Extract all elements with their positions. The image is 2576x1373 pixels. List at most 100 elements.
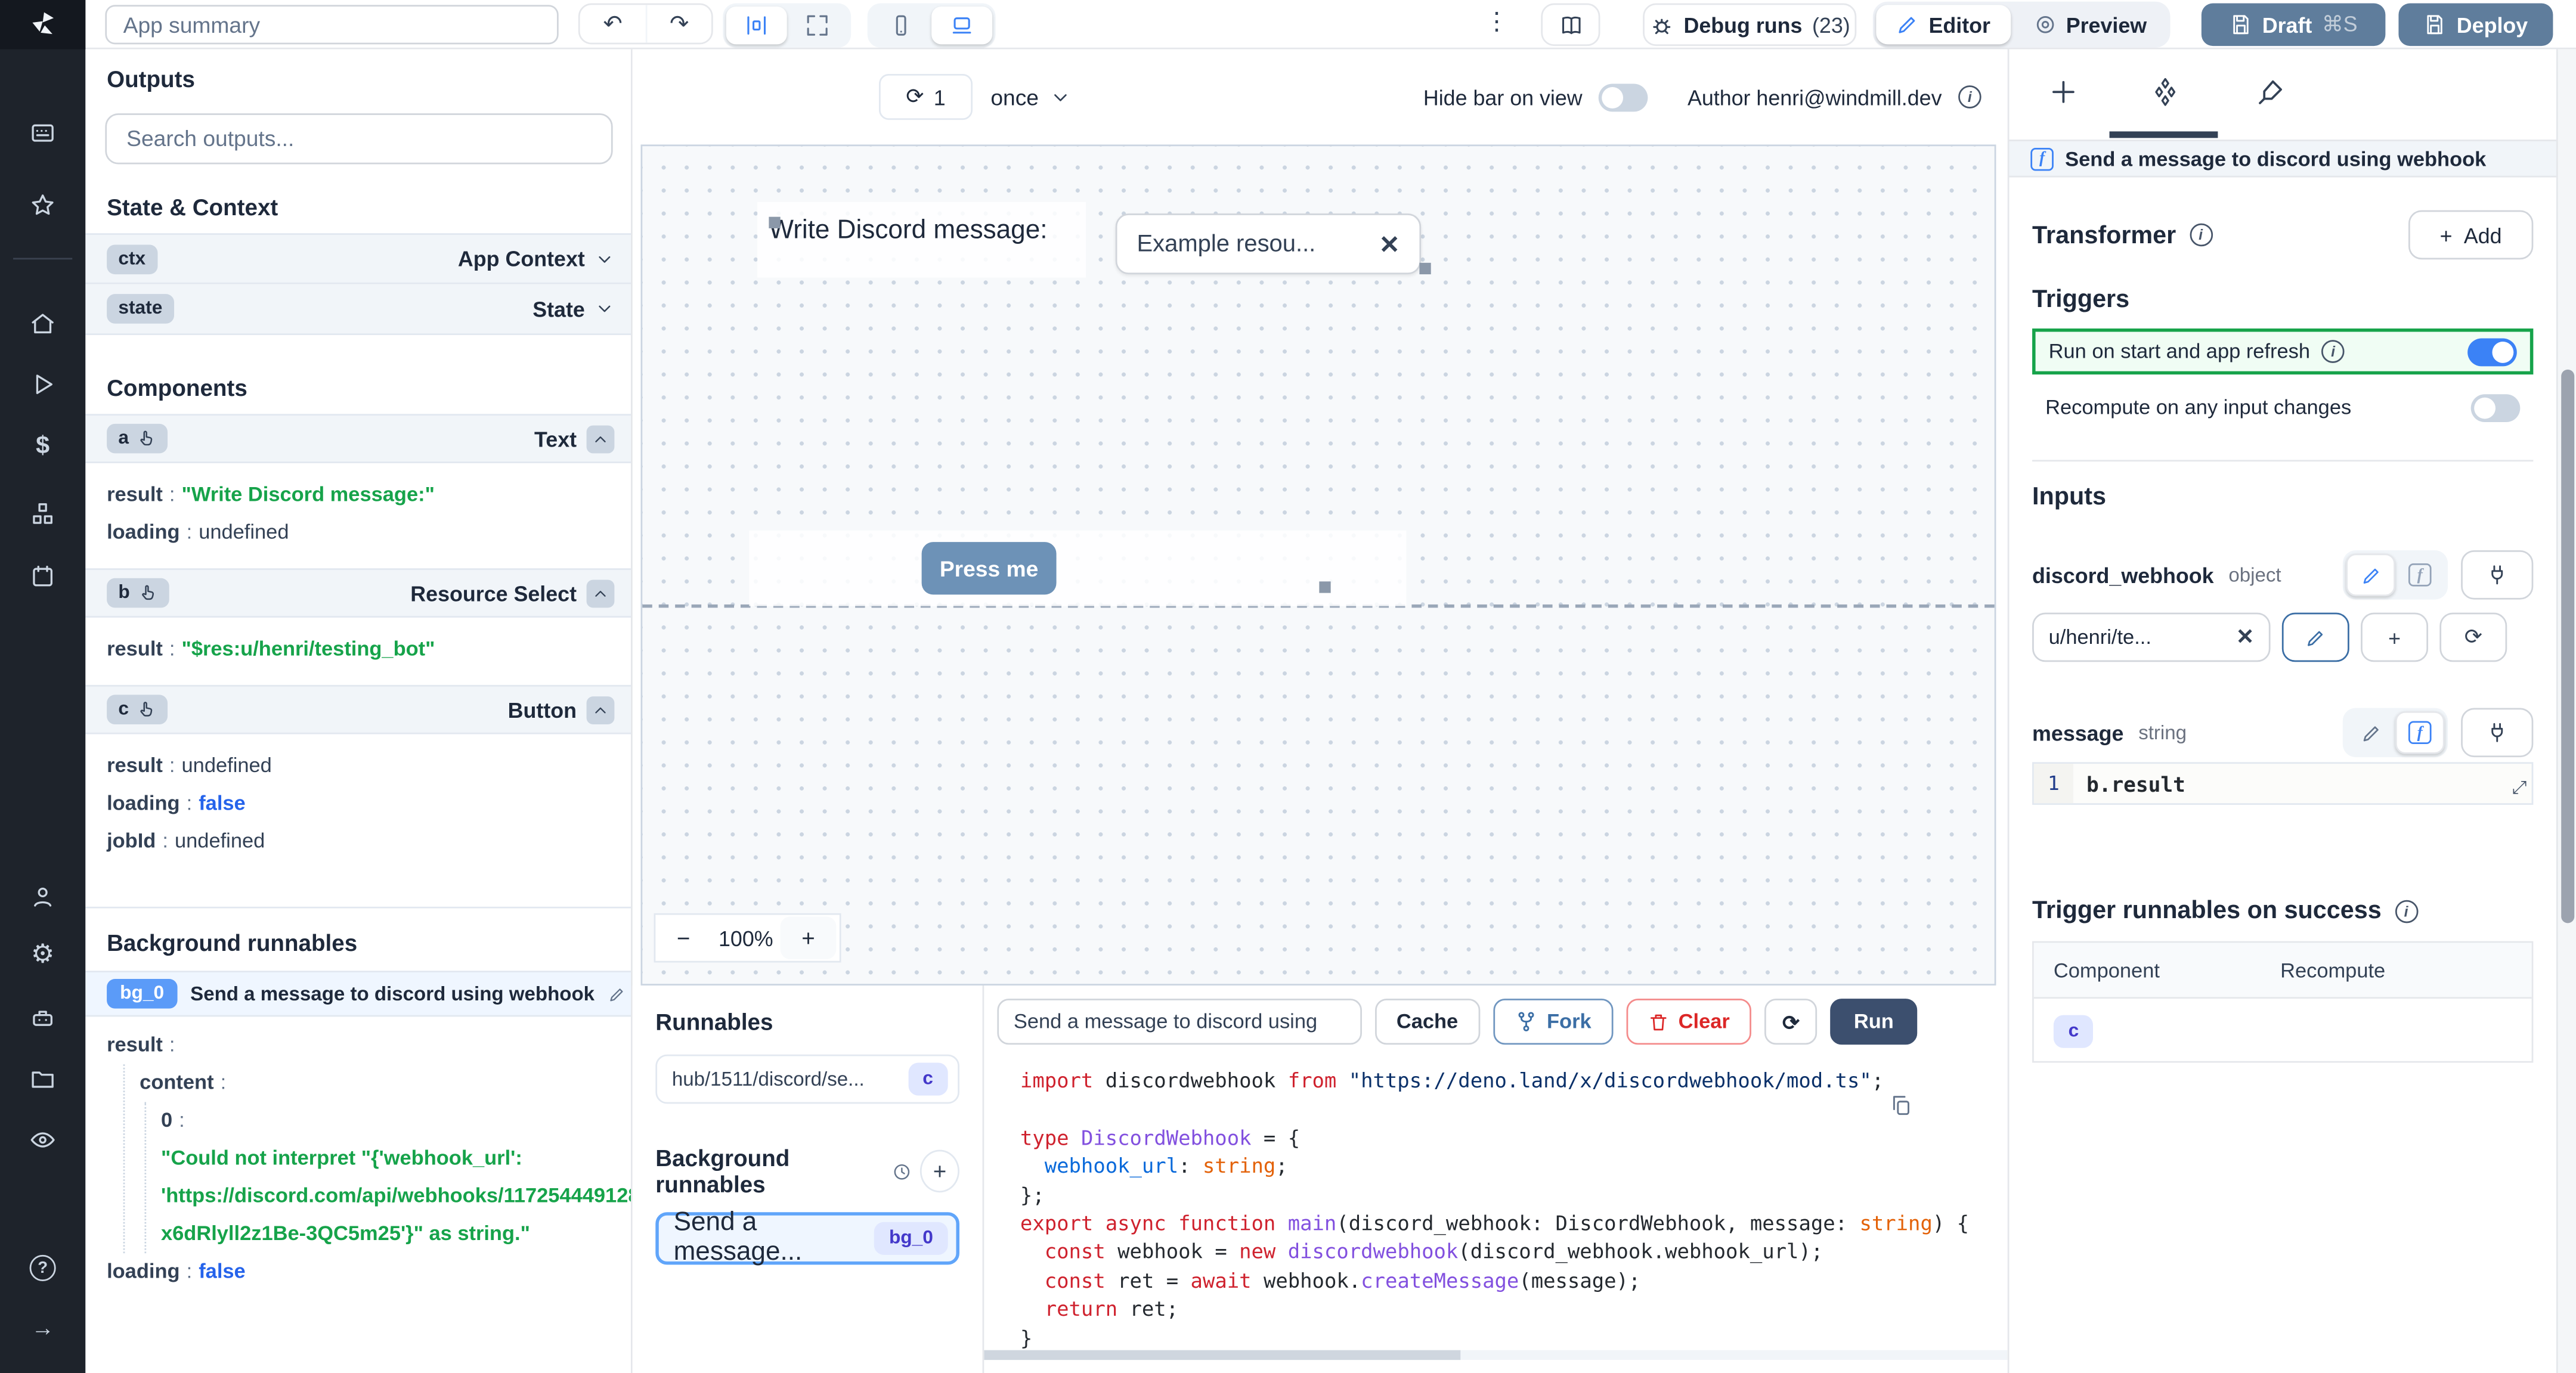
resource-select-component[interactable]: Example resou... ✕ [1106,202,1434,278]
app-summary-input[interactable] [105,5,559,45]
tab-preview[interactable]: Preview [2014,5,2167,44]
background-runnable-item-selected[interactable]: Send a message... bg_0 [655,1209,959,1266]
code-horizontal-scrollbar[interactable] [984,1350,2008,1360]
favorites-star-icon[interactable] [30,192,56,218]
variables-dollar-icon[interactable]: $ [30,433,56,460]
chevron-down-icon[interactable] [595,299,614,318]
collapse-button[interactable] [586,424,615,453]
static-mode-button[interactable] [2346,711,2395,754]
tab-styling-brush-icon[interactable] [2256,77,2286,107]
add-resource-button[interactable]: + [2361,612,2429,662]
redo-button[interactable]: ↷ [645,5,711,43]
mobile-view-button[interactable] [871,7,931,44]
recompute-toggle[interactable] [2470,393,2521,421]
clear-resource-icon[interactable]: ✕ [2236,624,2254,650]
desktop-view-button[interactable] [931,7,993,45]
clear-selection-icon[interactable]: ✕ [1379,229,1400,259]
fork-button[interactable]: Fork [1493,999,1613,1045]
runs-play-icon[interactable] [30,371,56,398]
cache-button[interactable]: Cache [1375,999,1480,1045]
connect-plug-button[interactable] [2461,550,2534,600]
draft-label: Draft [2262,12,2312,37]
plus-icon: + [2388,625,2401,650]
resource-picker[interactable]: u/henri/te... ✕ [2032,612,2271,662]
deploy-button[interactable]: Deploy [2398,3,2553,47]
undo-button[interactable]: ↶ [580,5,646,42]
run-on-start-toggle[interactable] [2467,337,2517,366]
draft-button[interactable]: Draft ⌘S [2201,3,2386,47]
add-transformer-button[interactable]: + Add [2408,210,2534,260]
info-icon[interactable]: i [1958,85,1981,109]
resize-handle[interactable] [1319,581,1331,593]
eval-mode-button[interactable]: f [2395,553,2445,596]
help-icon[interactable]: ? [29,1254,56,1281]
tab-editor[interactable]: Editor [1876,5,2011,45]
run-on-start-row: Run on start and app refresh i [2032,328,2534,375]
static-mode-button[interactable] [2346,553,2395,597]
edit-pencil-icon[interactable] [608,985,626,1003]
message-expression-editor[interactable]: 1 b.result ⤢ [2032,762,2534,805]
frequency-dropdown[interactable]: once [990,74,1072,120]
script-name-input[interactable] [997,999,1362,1045]
clear-button[interactable]: Clear [1626,999,1751,1045]
info-icon[interactable]: i [2321,340,2345,363]
connect-plug-button[interactable] [2461,708,2534,758]
runnable-item[interactable]: hub/1511/discord/se... c [655,1054,959,1104]
ctx-row[interactable]: ctx App Context [85,233,631,284]
users-icon[interactable] [30,884,56,910]
press-me-button[interactable]: Press me [921,542,1057,595]
debug-runs-button[interactable]: Debug runs (23) [1643,3,1857,47]
workers-icon[interactable] [30,1005,56,1031]
folders-icon[interactable] [30,1066,56,1092]
state-row[interactable]: state State [85,284,631,336]
edit-resource-button[interactable] [2281,612,2349,662]
info-icon[interactable]: i [2394,899,2418,922]
component-b-header[interactable]: b Resource Select [85,568,631,618]
collapse-button[interactable] [586,695,615,724]
audit-eye-icon[interactable] [30,1127,56,1153]
app-window-icon[interactable] [30,120,56,146]
tab-insert-plus-icon[interactable] [2049,77,2079,107]
bg0-badge: bg_0 [107,979,178,1009]
outputs-panel: Outputs State & Context ctx App Context … [85,49,633,1372]
component-c-header[interactable]: c Button [85,684,631,734]
code-editor[interactable]: import discordwebhook from "https://deno… [984,1055,2008,1360]
zoom-out-button[interactable]: − [655,925,711,951]
button-component[interactable]: Press me [749,530,1407,606]
refresh-resource-button[interactable]: ⟳ [2439,612,2507,662]
refresh-script-button[interactable]: ⟳ [1764,999,1818,1045]
app-canvas[interactable]: Write Discord message: Example resou... … [640,144,1996,986]
collapse-button[interactable] [586,579,615,608]
tab-settings-diamonds-icon[interactable] [2150,77,2180,107]
scrollbar-thumb[interactable] [2561,369,2575,923]
settings-gear-icon[interactable]: ⚙ [30,942,56,969]
schedules-calendar-icon[interactable] [30,563,56,590]
more-menu-button[interactable]: ⋮ [1484,7,1510,36]
copy-icon[interactable] [1889,1094,1912,1117]
expand-sidebar-arrow-icon[interactable]: → [30,1314,56,1340]
zoom-in-button[interactable]: + [780,916,837,959]
component-a-header[interactable]: a Text [85,414,631,463]
fullscreen-button[interactable] [787,7,848,44]
fork-icon [1518,1012,1534,1031]
text-component[interactable]: Write Discord message: [757,202,1086,278]
center-layout-button[interactable] [726,7,787,45]
info-icon[interactable]: i [2189,223,2212,247]
chevron-down-icon[interactable] [595,249,614,268]
search-outputs-input[interactable] [105,113,613,165]
home-icon[interactable] [30,311,56,337]
eval-mode-button[interactable]: f [2395,711,2445,754]
resize-handle[interactable] [769,216,781,228]
run-button[interactable]: Run [1831,999,1917,1045]
preview-label: Preview [2066,12,2147,37]
docs-button[interactable] [1541,3,1600,47]
recompute-count-button[interactable]: ⟳ 1 [878,73,973,120]
resize-handle[interactable] [1419,262,1431,275]
resources-icon[interactable] [30,501,56,527]
hide-bar-toggle[interactable] [1599,83,1648,111]
windmill-logo[interactable] [0,0,86,49]
add-background-runnable-button[interactable]: + [920,1149,959,1193]
panel-scrollbar[interactable] [2556,49,2576,1372]
expand-icon[interactable]: ⤢ [2512,779,2527,800]
bg0-header[interactable]: bg_0 Send a message to discord using web… [85,971,631,1017]
